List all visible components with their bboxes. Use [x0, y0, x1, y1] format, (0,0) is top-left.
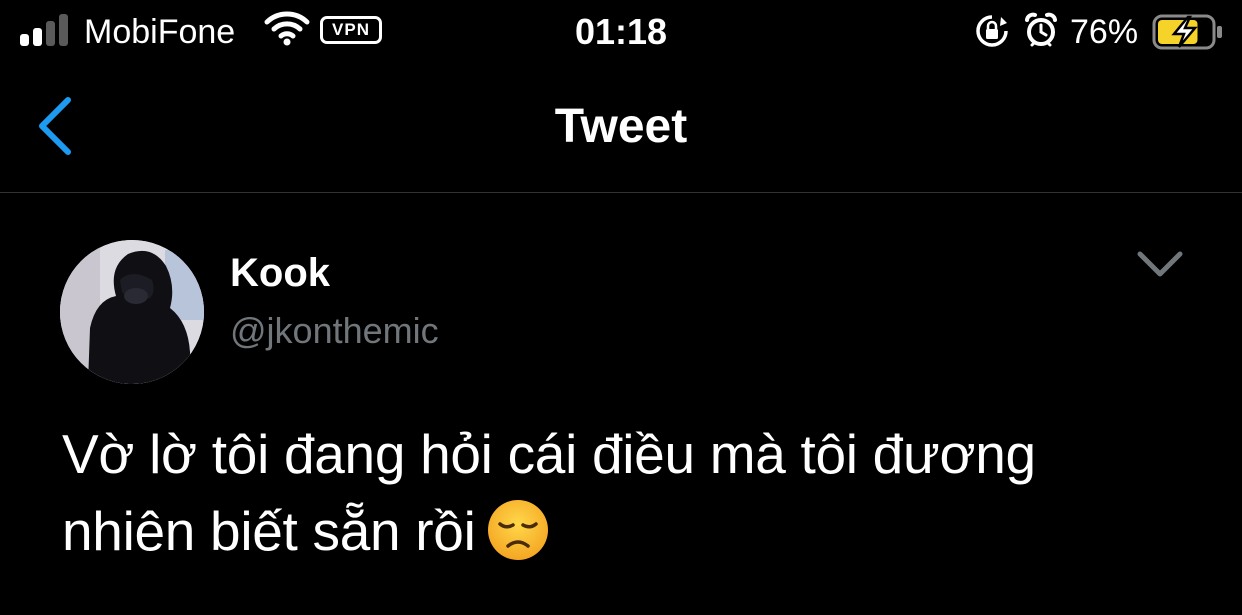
disappointed-face-emoji — [487, 500, 548, 560]
chevron-down-icon[interactable] — [1132, 244, 1188, 284]
battery-percentage: 76% — [1070, 13, 1139, 51]
rotation-lock-icon — [976, 15, 1008, 47]
status-bar: MobiFone VPN 01:18 76% — [0, 0, 1242, 64]
tweet-text: Vờ lờ tôi đang hỏi cái điều mà tôi đương… — [62, 416, 1182, 570]
avatar[interactable] — [60, 240, 204, 384]
author-name[interactable]: Kook — [230, 250, 330, 296]
navigation-bar: Tweet — [0, 64, 1242, 193]
alarm-icon — [1025, 12, 1057, 47]
tweet: Kook @jkonthemic Vờ lờ tôi đang hỏi cái … — [0, 194, 1242, 615]
battery-charging-icon — [1152, 14, 1222, 50]
author-handle[interactable]: @jkonthemic — [230, 310, 439, 352]
page-title: Tweet — [554, 100, 688, 153]
